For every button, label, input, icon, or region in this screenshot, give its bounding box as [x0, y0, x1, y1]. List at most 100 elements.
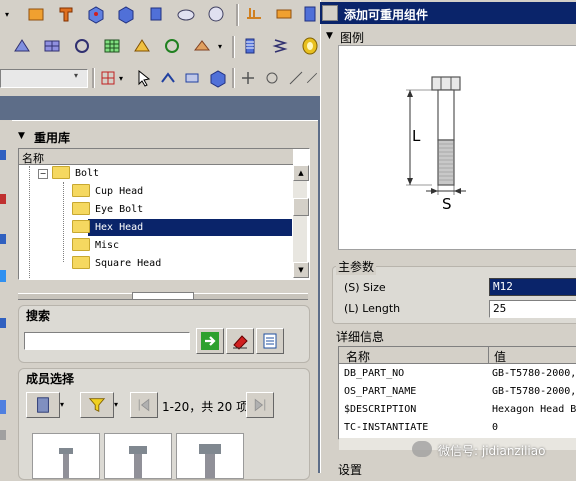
resource-tab-icon[interactable] — [0, 400, 6, 414]
pattern-icon[interactable] — [272, 2, 296, 26]
tree-item-square-head[interactable]: Square Head — [72, 255, 161, 272]
dimension-length-label: L — [412, 127, 421, 145]
folder-icon — [72, 183, 90, 197]
mesh-curve-icon[interactable] — [10, 34, 34, 58]
select-face-icon[interactable] — [180, 66, 204, 90]
sphere-icon[interactable] — [204, 2, 228, 26]
search-input[interactable] — [24, 332, 190, 350]
watermark: 微信号: jidianziliao — [438, 444, 546, 458]
tree-item-misc[interactable]: Misc — [72, 237, 119, 254]
folder-icon — [72, 255, 90, 269]
trim-icon[interactable] — [130, 34, 154, 58]
header-divider — [488, 347, 489, 363]
splitter-grip[interactable] — [132, 292, 194, 300]
search-options-button[interactable] — [256, 328, 284, 354]
details-col-value: 值 — [494, 350, 507, 364]
resource-tab-icon[interactable] — [0, 270, 6, 282]
folder-icon — [72, 237, 90, 251]
spring-icon[interactable] — [238, 34, 262, 58]
sew-icon[interactable] — [160, 34, 184, 58]
offset-surface-icon[interactable] — [190, 34, 214, 58]
select-body-icon[interactable] — [206, 66, 230, 90]
toolbar-separator — [92, 68, 95, 88]
table-row[interactable]: OS_PART_NAME GB-T5780-2000, — [339, 383, 576, 401]
chevron-down-icon[interactable]: ▾ — [60, 400, 64, 409]
table-row[interactable]: TC-INSTANTIATE 0 — [339, 419, 576, 437]
tree-expander[interactable]: − — [38, 169, 48, 179]
tree-line — [29, 166, 31, 278]
toolbar-separator — [236, 4, 239, 26]
member-thumbnail[interactable] — [104, 433, 172, 479]
folder-icon — [52, 165, 70, 179]
clear-search-button[interactable] — [226, 328, 254, 354]
tshape-feature-icon[interactable] — [54, 2, 78, 26]
chevron-down-icon[interactable]: ▾ — [116, 66, 126, 90]
cylinder-icon[interactable] — [144, 2, 168, 26]
select-arrow-icon[interactable] — [132, 66, 156, 90]
view-mode-button[interactable] — [26, 392, 60, 418]
dropdown-arrow-button[interactable]: ▾ — [0, 2, 14, 26]
length-value: 25 — [493, 302, 507, 315]
column-header-name: 名称 — [22, 152, 44, 165]
length-label: (L) Length — [344, 302, 401, 315]
search-title: 搜索 — [26, 309, 51, 323]
resource-tab-icon[interactable] — [0, 430, 6, 440]
details-title: 详细信息 — [336, 330, 385, 344]
details-header — [339, 347, 576, 364]
dialog-icon — [322, 5, 338, 21]
resource-tab-icon[interactable] — [0, 318, 6, 328]
tree-item-cup-head[interactable]: Cup Head — [72, 183, 143, 200]
cube-red-icon[interactable] — [84, 2, 108, 26]
cylinder-blue-icon[interactable] — [298, 2, 322, 26]
scroll-thumb[interactable] — [293, 198, 309, 216]
snap-mid-icon[interactable] — [260, 66, 284, 90]
details-col-name: 名称 — [346, 350, 371, 364]
snap-end-icon[interactable] — [236, 66, 260, 90]
tree-item-hex-head[interactable]: Hex Head — [72, 219, 143, 236]
tree-item-bolt[interactable]: Bolt — [52, 165, 99, 182]
resource-bar — [0, 120, 12, 473]
scroll-up-icon[interactable]: ▲ — [293, 165, 309, 181]
washer-icon[interactable] — [298, 34, 322, 58]
search-go-button[interactable] — [196, 328, 224, 354]
previous-page-button[interactable] — [130, 392, 158, 418]
settings-label: 设置 — [338, 463, 363, 477]
scroll-down-icon[interactable]: ▼ — [293, 262, 309, 278]
toolbar-separator — [232, 68, 235, 88]
select-edge-icon[interactable] — [156, 66, 180, 90]
filter-button[interactable] — [80, 392, 114, 418]
surface-grid-icon[interactable] — [40, 34, 64, 58]
surface-loop-icon[interactable] — [70, 34, 94, 58]
dialog-title: 添加可重用组件 — [344, 8, 429, 22]
block-feature-icon[interactable] — [24, 2, 48, 26]
collapse-icon[interactable]: ▼ — [18, 131, 25, 141]
line-icon[interactable] — [304, 66, 320, 90]
chevron-down-icon[interactable]: ▾ — [114, 400, 118, 409]
size-label: (S) Size — [344, 281, 386, 294]
hex-bolt-icon — [59, 448, 73, 478]
resource-tab-icon[interactable] — [0, 234, 6, 244]
table-row[interactable]: DB_PART_NO GB-T5780-2000, — [339, 365, 576, 383]
collapse-icon[interactable]: ▼ — [326, 31, 333, 41]
tree-scrollbar[interactable] — [293, 165, 307, 277]
hex-bolt-icon — [199, 444, 221, 478]
member-thumbnail[interactable] — [32, 433, 100, 479]
blend-icon[interactable] — [174, 2, 198, 26]
table-row[interactable]: $DESCRIPTION Hexagon Head B — [339, 401, 576, 419]
watermark-wechat-icon — [412, 441, 432, 457]
measure-icon[interactable] — [242, 2, 266, 26]
next-page-button[interactable] — [246, 392, 274, 418]
cube-icon[interactable] — [114, 2, 138, 26]
chevron-down-icon[interactable]: ▾ — [214, 34, 226, 58]
coil-spring-icon[interactable] — [268, 34, 292, 58]
resource-tab-icon[interactable] — [0, 150, 6, 160]
panel-divider — [12, 120, 318, 121]
tree-item-eye-bolt[interactable]: Eye Bolt — [72, 201, 143, 218]
main-params-title: 主参数 — [336, 258, 377, 275]
surface-mesh-icon[interactable] — [100, 34, 124, 58]
member-range-text: 1-20，共 20 项 — [162, 400, 249, 414]
tree-line — [63, 182, 65, 262]
folder-icon — [72, 219, 90, 233]
resource-tab-icon[interactable] — [0, 194, 6, 204]
member-thumbnail[interactable] — [176, 433, 244, 479]
